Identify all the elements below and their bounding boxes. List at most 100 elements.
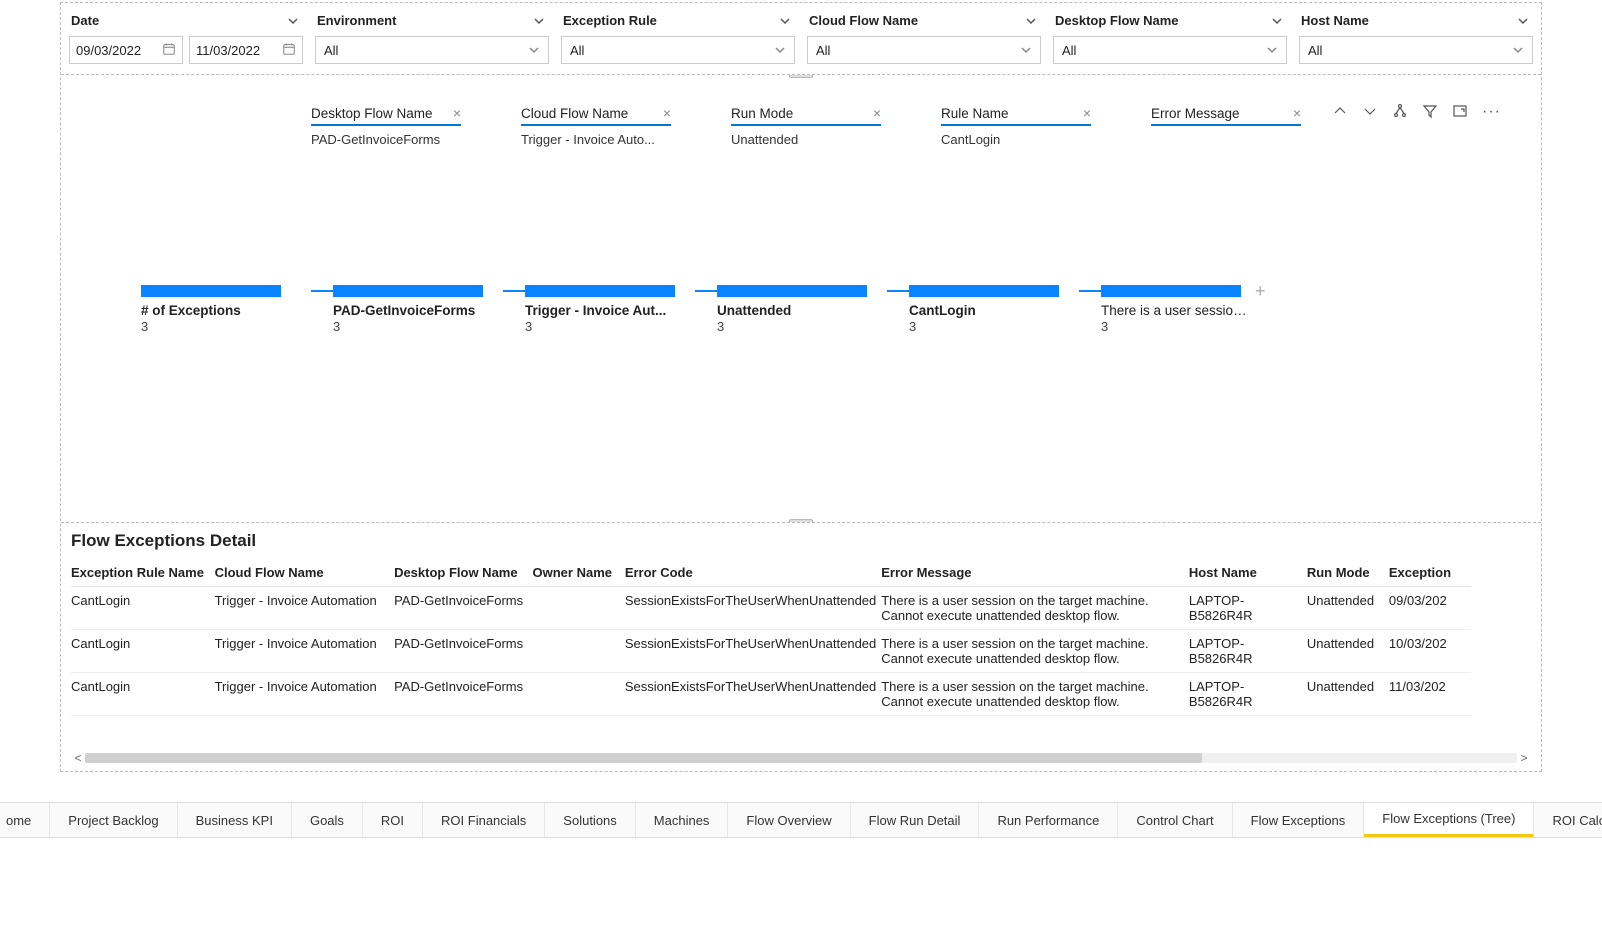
hierarchy-icon[interactable] xyxy=(1392,103,1408,122)
table-cell: 11/03/202 xyxy=(1389,673,1471,716)
col-header-owner[interactable]: Owner Name xyxy=(533,559,625,587)
table-cell: CantLogin xyxy=(71,587,215,630)
table-cell: SessionExistsForTheUserWhenUnattended xyxy=(625,587,881,630)
chevron-down-icon xyxy=(1512,44,1524,56)
tab-run-performance[interactable]: Run Performance xyxy=(979,803,1118,837)
table-cell: PAD-GetInvoiceForms xyxy=(394,587,532,630)
table-cell: LAPTOP-B5826R4R xyxy=(1189,630,1307,673)
detail-table-visual: Flow Exceptions Detail Exception Rule Na… xyxy=(61,523,1541,771)
col-header-desktop[interactable]: Desktop Flow Name xyxy=(394,559,532,587)
environment-dropdown[interactable]: All xyxy=(315,36,549,64)
filter-icon[interactable] xyxy=(1422,103,1438,122)
exception-rule-dropdown[interactable]: All xyxy=(561,36,795,64)
filter-host-name: Host Name All xyxy=(1297,9,1535,64)
tab-roi-calculations[interactable]: ROI Calculations xyxy=(1534,803,1602,837)
close-icon[interactable]: × xyxy=(1083,105,1091,121)
tab-flow-run-detail[interactable]: Flow Run Detail xyxy=(851,803,980,837)
tree-node[interactable]: PAD-GetInvoiceForms 3 xyxy=(333,285,503,334)
scroll-right-icon[interactable]: > xyxy=(1517,751,1531,765)
tab-project-backlog[interactable]: Project Backlog xyxy=(50,803,177,837)
chevron-down-icon[interactable] xyxy=(1025,15,1037,27)
chevron-down-icon[interactable] xyxy=(533,15,545,27)
breadcrumb-row: Desktop Flow Name× PAD-GetInvoiceForms C… xyxy=(311,105,1301,147)
tab-flow-exceptions[interactable]: Flow Exceptions xyxy=(1233,803,1365,837)
focus-mode-icon[interactable] xyxy=(1452,103,1468,122)
crumb-cloud-flow: Cloud Flow Name× Trigger - Invoice Auto.… xyxy=(521,105,671,147)
chevron-down-icon[interactable] xyxy=(779,15,791,27)
splitter-handle[interactable] xyxy=(789,519,813,523)
tab-flow-overview[interactable]: Flow Overview xyxy=(728,803,850,837)
col-header-exception[interactable]: Exception xyxy=(1389,559,1471,587)
crumb-error-message: Error Message× xyxy=(1151,105,1301,147)
connector xyxy=(1079,290,1101,292)
splitter-handle[interactable] xyxy=(789,75,813,78)
desktop-flow-dropdown[interactable]: All xyxy=(1053,36,1287,64)
col-header-mode[interactable]: Run Mode xyxy=(1307,559,1389,587)
scroll-thumb[interactable] xyxy=(85,753,1202,763)
table-cell: There is a user session on the target ma… xyxy=(881,587,1189,630)
horizontal-scrollbar[interactable]: < > xyxy=(71,749,1531,767)
close-icon[interactable]: × xyxy=(1293,105,1301,121)
tab-business-kpi[interactable]: Business KPI xyxy=(178,803,292,837)
chevron-down-icon[interactable] xyxy=(1517,15,1529,27)
table-row[interactable]: CantLoginTrigger - Invoice AutomationPAD… xyxy=(71,673,1471,716)
drill-down-icon[interactable] xyxy=(1362,103,1378,122)
table-cell xyxy=(533,587,625,630)
tab-control-chart[interactable]: Control Chart xyxy=(1118,803,1232,837)
date-to-input[interactable]: 11/03/2022 xyxy=(189,36,303,64)
tree-node[interactable]: Unattended 3 xyxy=(717,285,887,334)
connector xyxy=(311,290,333,292)
tab-goals[interactable]: Goals xyxy=(292,803,363,837)
chevron-down-icon[interactable] xyxy=(287,15,299,27)
connector xyxy=(503,290,525,292)
dashboard-frame: Date 09/03/2022 11/03/2022 Environment xyxy=(60,2,1542,772)
decomposition-tree-visual: ··· Desktop Flow Name× PAD-GetInvoiceFor… xyxy=(61,75,1541,523)
page-tabs-bar: omeProject BacklogBusiness KPIGoalsROIRO… xyxy=(0,802,1602,838)
close-icon[interactable]: × xyxy=(453,105,461,121)
table-cell: Trigger - Invoice Automation xyxy=(215,630,394,673)
expand-plus-icon[interactable]: + xyxy=(1255,281,1266,302)
date-from-input[interactable]: 09/03/2022 xyxy=(69,36,183,64)
tree-node-root[interactable]: # of Exceptions 3 xyxy=(141,285,311,334)
calendar-icon xyxy=(162,42,176,59)
filter-date-label: Date xyxy=(71,13,99,28)
filter-bar: Date 09/03/2022 11/03/2022 Environment xyxy=(61,3,1541,75)
col-header-host[interactable]: Host Name xyxy=(1189,559,1307,587)
col-header-rule[interactable]: Exception Rule Name xyxy=(71,559,215,587)
filter-exception-rule: Exception Rule All xyxy=(559,9,797,64)
col-header-errormsg[interactable]: Error Message xyxy=(881,559,1189,587)
drill-up-icon[interactable] xyxy=(1332,103,1348,122)
col-header-cloud[interactable]: Cloud Flow Name xyxy=(215,559,394,587)
cloud-flow-dropdown[interactable]: All xyxy=(807,36,1041,64)
tab-ome[interactable]: ome xyxy=(0,803,50,837)
table-cell: PAD-GetInvoiceForms xyxy=(394,630,532,673)
tree-node[interactable]: Trigger - Invoice Aut... 3 xyxy=(525,285,695,334)
calendar-icon xyxy=(282,42,296,59)
tab-flow-exceptions-tree-[interactable]: Flow Exceptions (Tree) xyxy=(1364,803,1534,837)
tab-roi[interactable]: ROI xyxy=(363,803,423,837)
scroll-track[interactable] xyxy=(85,753,1517,763)
tab-machines[interactable]: Machines xyxy=(636,803,729,837)
table-cell: LAPTOP-B5826R4R xyxy=(1189,587,1307,630)
table-cell: Unattended xyxy=(1307,630,1389,673)
close-icon[interactable]: × xyxy=(873,105,881,121)
table-row[interactable]: CantLoginTrigger - Invoice AutomationPAD… xyxy=(71,630,1471,673)
table-row[interactable]: CantLoginTrigger - Invoice AutomationPAD… xyxy=(71,587,1471,630)
tab-solutions[interactable]: Solutions xyxy=(545,803,635,837)
chevron-down-icon xyxy=(1020,44,1032,56)
col-header-errorcode[interactable]: Error Code xyxy=(625,559,881,587)
more-options-icon[interactable]: ··· xyxy=(1482,103,1501,121)
tree-node[interactable]: There is a user session ... 3 xyxy=(1101,285,1251,334)
filter-cloud-flow-label: Cloud Flow Name xyxy=(809,13,918,28)
host-name-dropdown[interactable]: All xyxy=(1299,36,1533,64)
filter-exception-rule-label: Exception Rule xyxy=(563,13,657,28)
chevron-down-icon[interactable] xyxy=(1271,15,1283,27)
table-cell: There is a user session on the target ma… xyxy=(881,630,1189,673)
chevron-down-icon xyxy=(774,44,786,56)
scroll-left-icon[interactable]: < xyxy=(71,751,85,765)
filter-cloud-flow: Cloud Flow Name All xyxy=(805,9,1043,64)
tree-node[interactable]: CantLogin 3 xyxy=(909,285,1079,334)
table-cell xyxy=(533,673,625,716)
tab-roi-financials[interactable]: ROI Financials xyxy=(423,803,545,837)
close-icon[interactable]: × xyxy=(663,105,671,121)
